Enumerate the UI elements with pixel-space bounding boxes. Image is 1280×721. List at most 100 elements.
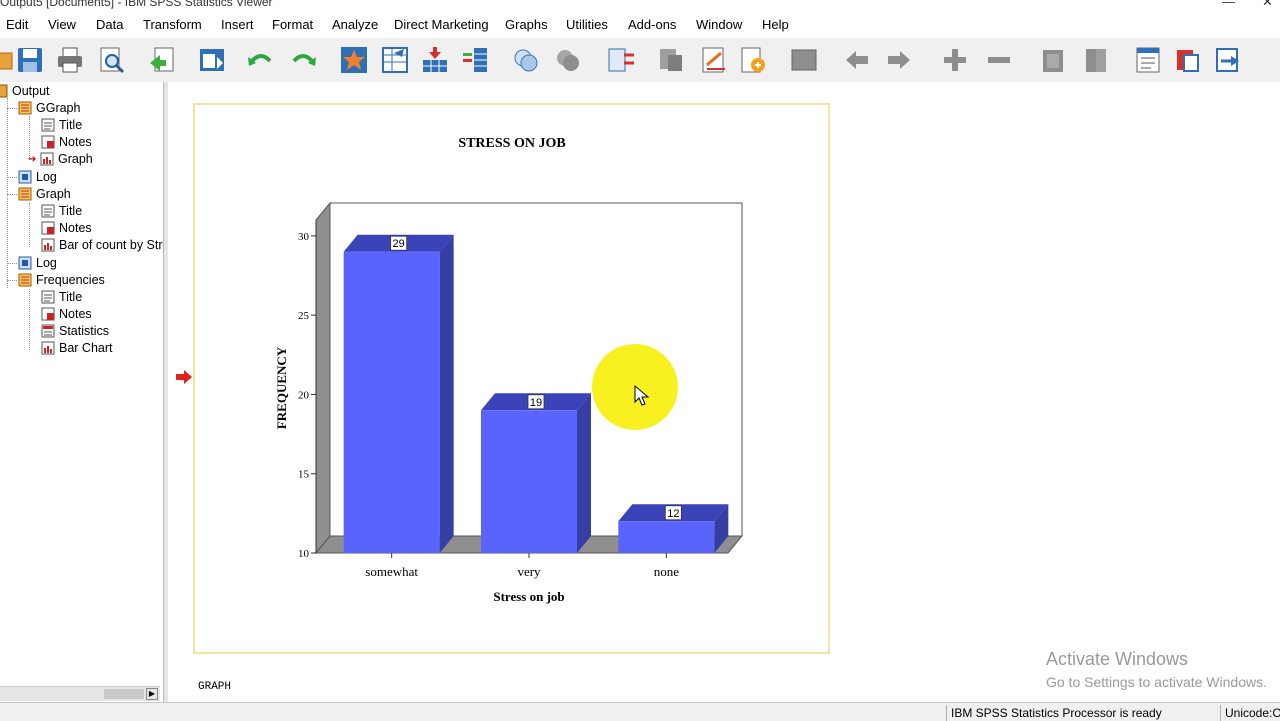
- outline-node-label: Notes: [59, 307, 92, 321]
- watermark-line2: Go to Settings to activate Windows.: [1046, 674, 1267, 690]
- close-icon[interactable]: ✕: [1262, 0, 1273, 10]
- menu-help[interactable]: Help: [762, 17, 789, 32]
- bar-chart: STRESS ON JOB Stress on job FREQUENCY 10…: [274, 136, 744, 604]
- menu-analyze[interactable]: Analyze: [332, 17, 378, 32]
- export-icon[interactable]: [147, 45, 177, 75]
- run-script-icon[interactable]: [699, 45, 729, 75]
- outline-root[interactable]: Output: [0, 83, 50, 99]
- insert-text-icon[interactable]: [1173, 45, 1203, 75]
- bar-very: [481, 410, 577, 553]
- ggraph-icon: [18, 273, 32, 287]
- outline-node-label: Graph: [58, 152, 93, 166]
- menu-transform[interactable]: Transform: [143, 17, 202, 32]
- save-icon[interactable]: [15, 45, 45, 75]
- open-icon[interactable]: [0, 45, 16, 75]
- notes-icon: [41, 221, 55, 235]
- watermark-line1: Activate Windows: [1046, 649, 1189, 669]
- insert-title-icon[interactable]: [1133, 45, 1163, 75]
- select-cases-icon[interactable]: [511, 45, 541, 75]
- goto-variable-icon[interactable]: [380, 45, 410, 75]
- outline-node-notes-2[interactable]: Notes: [41, 220, 92, 236]
- outline-node-bar-of-count[interactable]: Bar of count by Str: [41, 237, 163, 253]
- outline-node-label: Statistics: [59, 324, 110, 338]
- mouse-cursor-icon: [634, 385, 650, 406]
- undo-icon[interactable]: [246, 45, 276, 75]
- ggraph-icon: [18, 101, 32, 115]
- window-title: Output5 [Document5] - IBM SPSS Statistic…: [0, 0, 273, 9]
- split-file-icon[interactable]: [606, 45, 636, 75]
- print-icon[interactable]: [55, 45, 85, 75]
- menu-edit[interactable]: Edit: [6, 17, 28, 32]
- outline-node-graph-2[interactable]: Graph: [18, 186, 71, 202]
- goto-case-icon[interactable]: [339, 45, 369, 75]
- menu-insert[interactable]: Insert: [221, 17, 254, 32]
- notes-icon: [41, 307, 55, 321]
- chart-frame[interactable]: STRESS ON JOB Stress on job FREQUENCY 10…: [193, 103, 830, 654]
- menu-utilities[interactable]: Utilities: [566, 17, 608, 32]
- weight-cases-icon[interactable]: [656, 45, 686, 75]
- y-tick-label: 30: [298, 231, 310, 243]
- recall-dialog-icon[interactable]: [197, 45, 227, 75]
- outline-node-label: Title: [59, 118, 83, 132]
- redo-icon[interactable]: [288, 45, 318, 75]
- insert-data-icon[interactable]: [420, 45, 450, 75]
- graph-icon: [41, 341, 55, 355]
- y-tick-label: 10: [298, 548, 310, 560]
- menu-bar: Edit View Data Transform Insert Format A…: [0, 12, 1280, 38]
- encoding-status: Unicode:ON: [1220, 705, 1280, 721]
- promote-icon[interactable]: [789, 45, 819, 75]
- show-icon[interactable]: [984, 45, 1014, 75]
- menu-data[interactable]: Data: [96, 17, 123, 32]
- title-icon: [41, 204, 55, 218]
- variables-icon[interactable]: [460, 45, 490, 75]
- demote-icon[interactable]: [842, 45, 872, 75]
- outline-node-log[interactable]: Log: [18, 169, 57, 185]
- insert-new-chart-icon[interactable]: [1213, 45, 1243, 75]
- expand-icon[interactable]: [884, 45, 914, 75]
- outline-node-label: Bar Chart: [59, 341, 113, 355]
- status-bar: IBM SPSS Statistics Processor is ready U…: [0, 702, 1280, 721]
- outline-node-frequencies[interactable]: Frequencies: [18, 272, 105, 288]
- graph-icon: [40, 152, 54, 166]
- outline-node-title-3[interactable]: Title: [41, 289, 82, 305]
- ggraph-icon: [18, 187, 32, 201]
- outline-node-label: Graph: [36, 187, 71, 201]
- print-preview-icon[interactable]: [96, 45, 126, 75]
- designate-window-icon[interactable]: [738, 45, 768, 75]
- command-label: GRAPH: [198, 681, 232, 693]
- outline-node-graph[interactable]: ➔ Graph: [28, 151, 93, 167]
- outline-node-notes[interactable]: Notes: [41, 134, 92, 150]
- output-content-pane: STRESS ON JOB Stress on job FREQUENCY 10…: [168, 82, 1280, 702]
- menu-format[interactable]: Format: [272, 17, 313, 32]
- outline-node-notes-3[interactable]: Notes: [41, 306, 92, 322]
- menu-graphs[interactable]: Graphs: [505, 17, 548, 32]
- chart-x-axis-label: Stress on job: [493, 589, 564, 604]
- outline-pane: Output GGraph Title Notes ➔ Graph Log Gr…: [0, 82, 164, 702]
- data-label: 12: [667, 508, 679, 520]
- outline-node-label: Log: [36, 170, 57, 184]
- outline-node-ggraph[interactable]: GGraph: [18, 100, 80, 116]
- toolbar: [0, 38, 1280, 83]
- outline-root-label: Output: [12, 84, 50, 98]
- outline-horizontal-scrollbar[interactable]: ▶: [0, 686, 160, 701]
- scroll-right-icon[interactable]: ▶: [146, 688, 158, 700]
- collapse-icon[interactable]: [940, 45, 970, 75]
- outline-node-bar-chart[interactable]: Bar Chart: [41, 340, 113, 356]
- hide-icon[interactable]: [1039, 45, 1069, 75]
- outline-node-title[interactable]: Title: [41, 117, 82, 133]
- scrollbar-thumb[interactable]: [104, 689, 144, 699]
- outline-node-label: Frequencies: [36, 273, 105, 287]
- outline-node-log-2[interactable]: Log: [18, 255, 57, 271]
- menu-direct-marketing[interactable]: Direct Marketing: [394, 17, 489, 32]
- insert-heading-icon[interactable]: [1082, 45, 1112, 75]
- outline-node-statistics[interactable]: Statistics: [41, 323, 109, 339]
- statistics-icon: [41, 324, 55, 338]
- output-book-icon: [0, 84, 8, 98]
- menu-add-ons[interactable]: Add-ons: [628, 17, 676, 32]
- menu-view[interactable]: View: [48, 17, 76, 32]
- minimize-icon[interactable]: —: [1222, 0, 1235, 9]
- x-tick-label: none: [654, 564, 680, 579]
- value-labels-icon[interactable]: [553, 45, 583, 75]
- outline-node-title-2[interactable]: Title: [41, 203, 82, 219]
- menu-window[interactable]: Window: [696, 17, 742, 32]
